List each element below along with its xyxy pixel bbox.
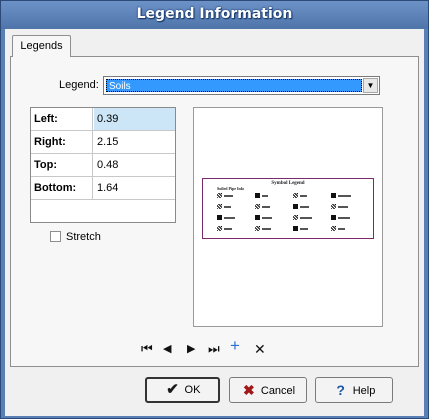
help-button[interactable]: ? Help	[315, 377, 393, 403]
legend-preview: Symbol Legend Soiled Pipe Info	[193, 107, 383, 327]
top-value-field[interactable]: 0.48	[94, 154, 175, 176]
legend-symbol-label	[224, 228, 232, 230]
legend-symbol-label	[262, 217, 272, 219]
legend-symbol-label	[262, 206, 270, 208]
previous-record-icon[interactable]: ◀	[163, 342, 171, 356]
legend-symbol-label	[224, 217, 235, 219]
cancel-button[interactable]: ✖ Cancel	[229, 377, 307, 403]
legend-symbol-label	[262, 228, 271, 230]
legend-symbol	[217, 215, 222, 220]
legend-symbol	[293, 226, 298, 231]
right-label: Right:	[31, 131, 93, 153]
legend-symbol-label	[300, 195, 307, 197]
left-value-field[interactable]: 0.39	[94, 108, 175, 130]
grid-row-bottom: Bottom: 1.64	[31, 177, 175, 200]
first-record-icon[interactable]: ⏮	[141, 342, 153, 356]
checkmark-icon: ✔	[166, 381, 179, 398]
preview-sheet: Symbol Legend Soiled Pipe Info	[202, 178, 374, 239]
legend-symbol	[293, 215, 298, 220]
delete-record-icon[interactable]: ✕	[254, 342, 266, 356]
dropdown-arrow-icon[interactable]: ▼	[363, 78, 378, 93]
legend-symbol-label	[224, 206, 231, 208]
title-bar[interactable]: Legend Information	[1, 1, 428, 29]
legend-symbol-label	[224, 195, 233, 197]
legend-symbol-label	[262, 195, 268, 197]
legend-symbol-label	[338, 195, 351, 197]
legend-symbol	[255, 226, 260, 231]
legend-symbol-label	[338, 228, 345, 230]
legend-selected-value: Soils	[106, 79, 362, 92]
legend-symbol	[217, 226, 222, 231]
margins-grid: Left: 0.39 Right: 2.15 Top: 0.48 Bottom:…	[30, 107, 176, 223]
legend-symbol-label	[338, 206, 348, 208]
legend-symbol	[255, 215, 260, 220]
last-record-icon[interactable]: ⏭	[208, 342, 220, 356]
ok-button[interactable]: ✔ OK	[145, 377, 220, 403]
help-label: Help	[352, 385, 376, 397]
stretch-label: Stretch	[66, 231, 101, 243]
window-title: Legend Information	[136, 6, 293, 22]
legend-symbol-label	[338, 217, 350, 219]
cancel-label: Cancel	[260, 385, 296, 397]
legend-symbol	[293, 193, 298, 198]
grid-row-top: Top: 0.48	[31, 154, 175, 177]
grid-row-right: Right: 2.15	[31, 131, 175, 154]
legend-symbol-label	[300, 217, 312, 219]
dialog-window: Legend Information Legends Legend: Soils…	[0, 0, 429, 419]
legend-symbol	[331, 193, 336, 198]
legend-dropdown[interactable]: Soils ▼	[103, 76, 380, 95]
legend-symbol	[331, 226, 336, 231]
legend-symbol	[217, 204, 222, 209]
next-record-icon[interactable]: ▶	[187, 342, 195, 356]
cancel-x-icon: ✖	[243, 382, 255, 398]
legend-symbol	[255, 193, 260, 198]
checkbox-box[interactable]	[50, 231, 61, 242]
stretch-checkbox[interactable]: Stretch	[50, 231, 101, 243]
legend-symbol	[331, 204, 336, 209]
legend-symbol-label	[300, 228, 308, 230]
right-value-field[interactable]: 2.15	[94, 131, 175, 153]
help-question-icon: ?	[336, 382, 345, 398]
legend-symbol	[255, 204, 260, 209]
top-label: Top:	[31, 154, 93, 176]
left-label: Left:	[31, 108, 93, 130]
legend-symbol	[293, 204, 298, 209]
tab-legends[interactable]: Legends	[12, 35, 71, 57]
legend-label: Legend:	[59, 79, 99, 91]
preview-subtitle: Soiled Pipe Info	[217, 186, 245, 191]
add-record-icon[interactable]: +	[230, 337, 240, 354]
legend-symbol-label	[300, 206, 309, 208]
dialog-body: Legends Legend: Soils ▼ Left: 0.39 Right…	[5, 29, 424, 416]
legend-symbol	[331, 215, 336, 220]
legend-symbol	[217, 193, 222, 198]
bottom-label: Bottom:	[31, 177, 93, 199]
ok-label: OK	[184, 384, 201, 396]
grid-row-left: Left: 0.39	[31, 108, 175, 131]
bottom-value-field[interactable]: 1.64	[94, 177, 175, 199]
